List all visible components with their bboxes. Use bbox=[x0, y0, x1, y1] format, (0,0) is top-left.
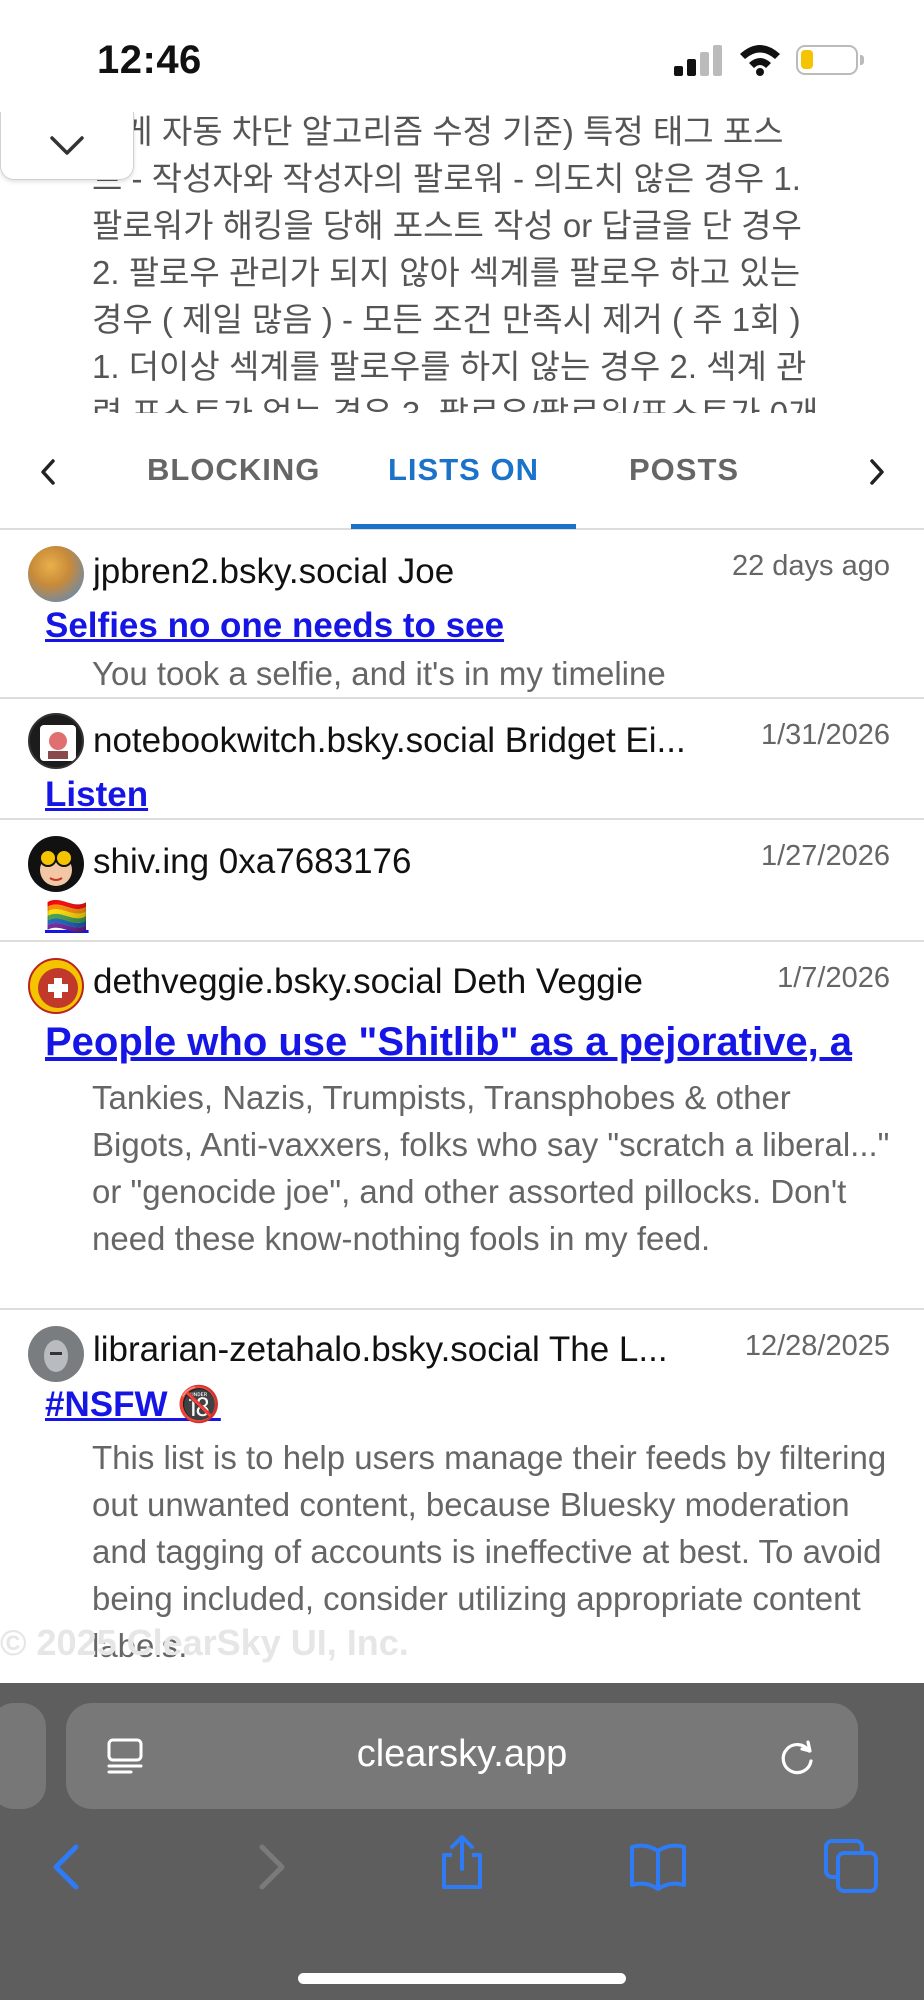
tab-blocking[interactable]: BLOCKING bbox=[147, 452, 320, 488]
list-title-link[interactable]: People who use "Shitlib" as a pejorative… bbox=[45, 1020, 852, 1065]
list-description: 에게 자동 차단 알고리즘 수정 기준) 특정 태그 포스 트 - 작성자와 작… bbox=[92, 108, 892, 413]
status-bar: 12:46 bbox=[0, 0, 924, 112]
chevron-down-icon bbox=[50, 135, 84, 155]
list-date: 22 days ago bbox=[731, 550, 890, 582]
avatar[interactable] bbox=[28, 713, 84, 769]
list-date: 1/7/2026 bbox=[777, 962, 890, 994]
avatar[interactable] bbox=[28, 546, 84, 602]
list-item: notebookwitch.bsky.social Bridget Ei... … bbox=[0, 699, 924, 820]
battery-icon bbox=[796, 45, 864, 75]
tab-posts[interactable]: POSTS bbox=[629, 452, 739, 488]
address-bar[interactable]: clearsky.app bbox=[66, 1703, 858, 1809]
active-tab-indicator bbox=[351, 524, 576, 529]
description-line: 련 포스트가 없는 경우 3. 팔로우/팔로워/포스트가 0개 bbox=[92, 390, 892, 413]
list-item: dethveggie.bsky.social Deth Veggie 1/7/2… bbox=[0, 942, 924, 1310]
wifi-icon bbox=[740, 45, 780, 76]
tab-lists-on[interactable]: LISTS ON bbox=[388, 452, 539, 488]
list-item: jpbren2.bsky.social Joe 22 days ago Self… bbox=[0, 530, 924, 699]
bookmarks-icon[interactable] bbox=[628, 1837, 688, 1897]
forward-icon[interactable] bbox=[238, 1837, 298, 1897]
avatar[interactable] bbox=[28, 836, 84, 892]
previous-tab-preview[interactable] bbox=[0, 1703, 46, 1809]
reload-icon[interactable] bbox=[778, 1737, 818, 1777]
clock: 12:46 bbox=[97, 38, 202, 82]
description-line: 1. 더이상 섹계를 팔로우를 하지 않는 경우 2. 섹계 관 bbox=[92, 348, 807, 385]
screen: { "status_bar": {"time": "12:46"}, "head… bbox=[0, 0, 924, 2000]
description-line: 2. 팔로우 관리가 되지 않아 섹계를 팔로우 하고 있는 bbox=[92, 254, 801, 291]
back-icon[interactable] bbox=[40, 1837, 100, 1897]
list-owner[interactable]: jpbren2.bsky.social Joe bbox=[93, 552, 713, 592]
url-text[interactable]: clearsky.app bbox=[66, 1733, 858, 1776]
list-title-link[interactable]: Selfies no one needs to see bbox=[45, 606, 504, 646]
list-item: shiv.ing 0xa7683176 1/27/2026 🏳️‍🌈 bbox=[0, 820, 924, 942]
description-line: 에게 자동 차단 알고리즘 수정 기준) 특정 태그 포스 bbox=[92, 113, 784, 150]
list-owner[interactable]: shiv.ing 0xa7683176 bbox=[93, 842, 713, 882]
description-line: 팔로워가 해킹을 당해 포스트 작성 or 답글을 단 경우 bbox=[92, 207, 802, 244]
list-description-text: You took a selfie, and it's in my timeli… bbox=[92, 655, 666, 692]
chevron-left-icon[interactable] bbox=[28, 452, 68, 492]
description-line: 트 - 작성자와 작성자의 팔로워 - 의도치 않은 경우 1. bbox=[92, 160, 801, 197]
list-date: 1/31/2026 bbox=[760, 719, 890, 751]
list-owner[interactable]: librarian-zetahalo.bsky.social The L... bbox=[93, 1330, 728, 1370]
description-line: 경우 ( 제일 많음 ) - 모든 조건 만족시 제거 ( 주 1회 ) bbox=[92, 301, 801, 338]
share-icon[interactable] bbox=[432, 1833, 492, 1893]
tabs-icon[interactable] bbox=[822, 1837, 882, 1897]
home-indicator bbox=[298, 1973, 626, 1984]
footer-watermark: © 2025 ClearSky UI, Inc. bbox=[0, 1622, 409, 1663]
avatar[interactable] bbox=[28, 958, 84, 1014]
avatar[interactable] bbox=[28, 1326, 84, 1382]
signal-icon bbox=[674, 44, 722, 76]
collapse-button[interactable] bbox=[0, 112, 134, 180]
list-title-link[interactable]: #NSFW 🔞 bbox=[45, 1384, 221, 1425]
list-date: 1/27/2026 bbox=[760, 840, 890, 872]
list-date: 12/28/2025 bbox=[744, 1330, 890, 1362]
list-owner[interactable]: notebookwitch.bsky.social Bridget Ei... bbox=[93, 721, 753, 761]
list-title-link[interactable]: 🏳️‍🌈 bbox=[45, 896, 89, 937]
list-owner[interactable]: dethveggie.bsky.social Deth Veggie bbox=[93, 962, 713, 1002]
list-description-text: Tankies, Nazis, Trumpists, Transphobes &… bbox=[92, 1079, 890, 1257]
tab-bar: BLOCKING LISTS ON POSTS bbox=[0, 422, 924, 530]
chevron-right-icon[interactable] bbox=[857, 452, 897, 492]
list-title-link[interactable]: Listen bbox=[45, 775, 148, 815]
browser-toolbar: clearsky.app bbox=[0, 1683, 924, 2000]
